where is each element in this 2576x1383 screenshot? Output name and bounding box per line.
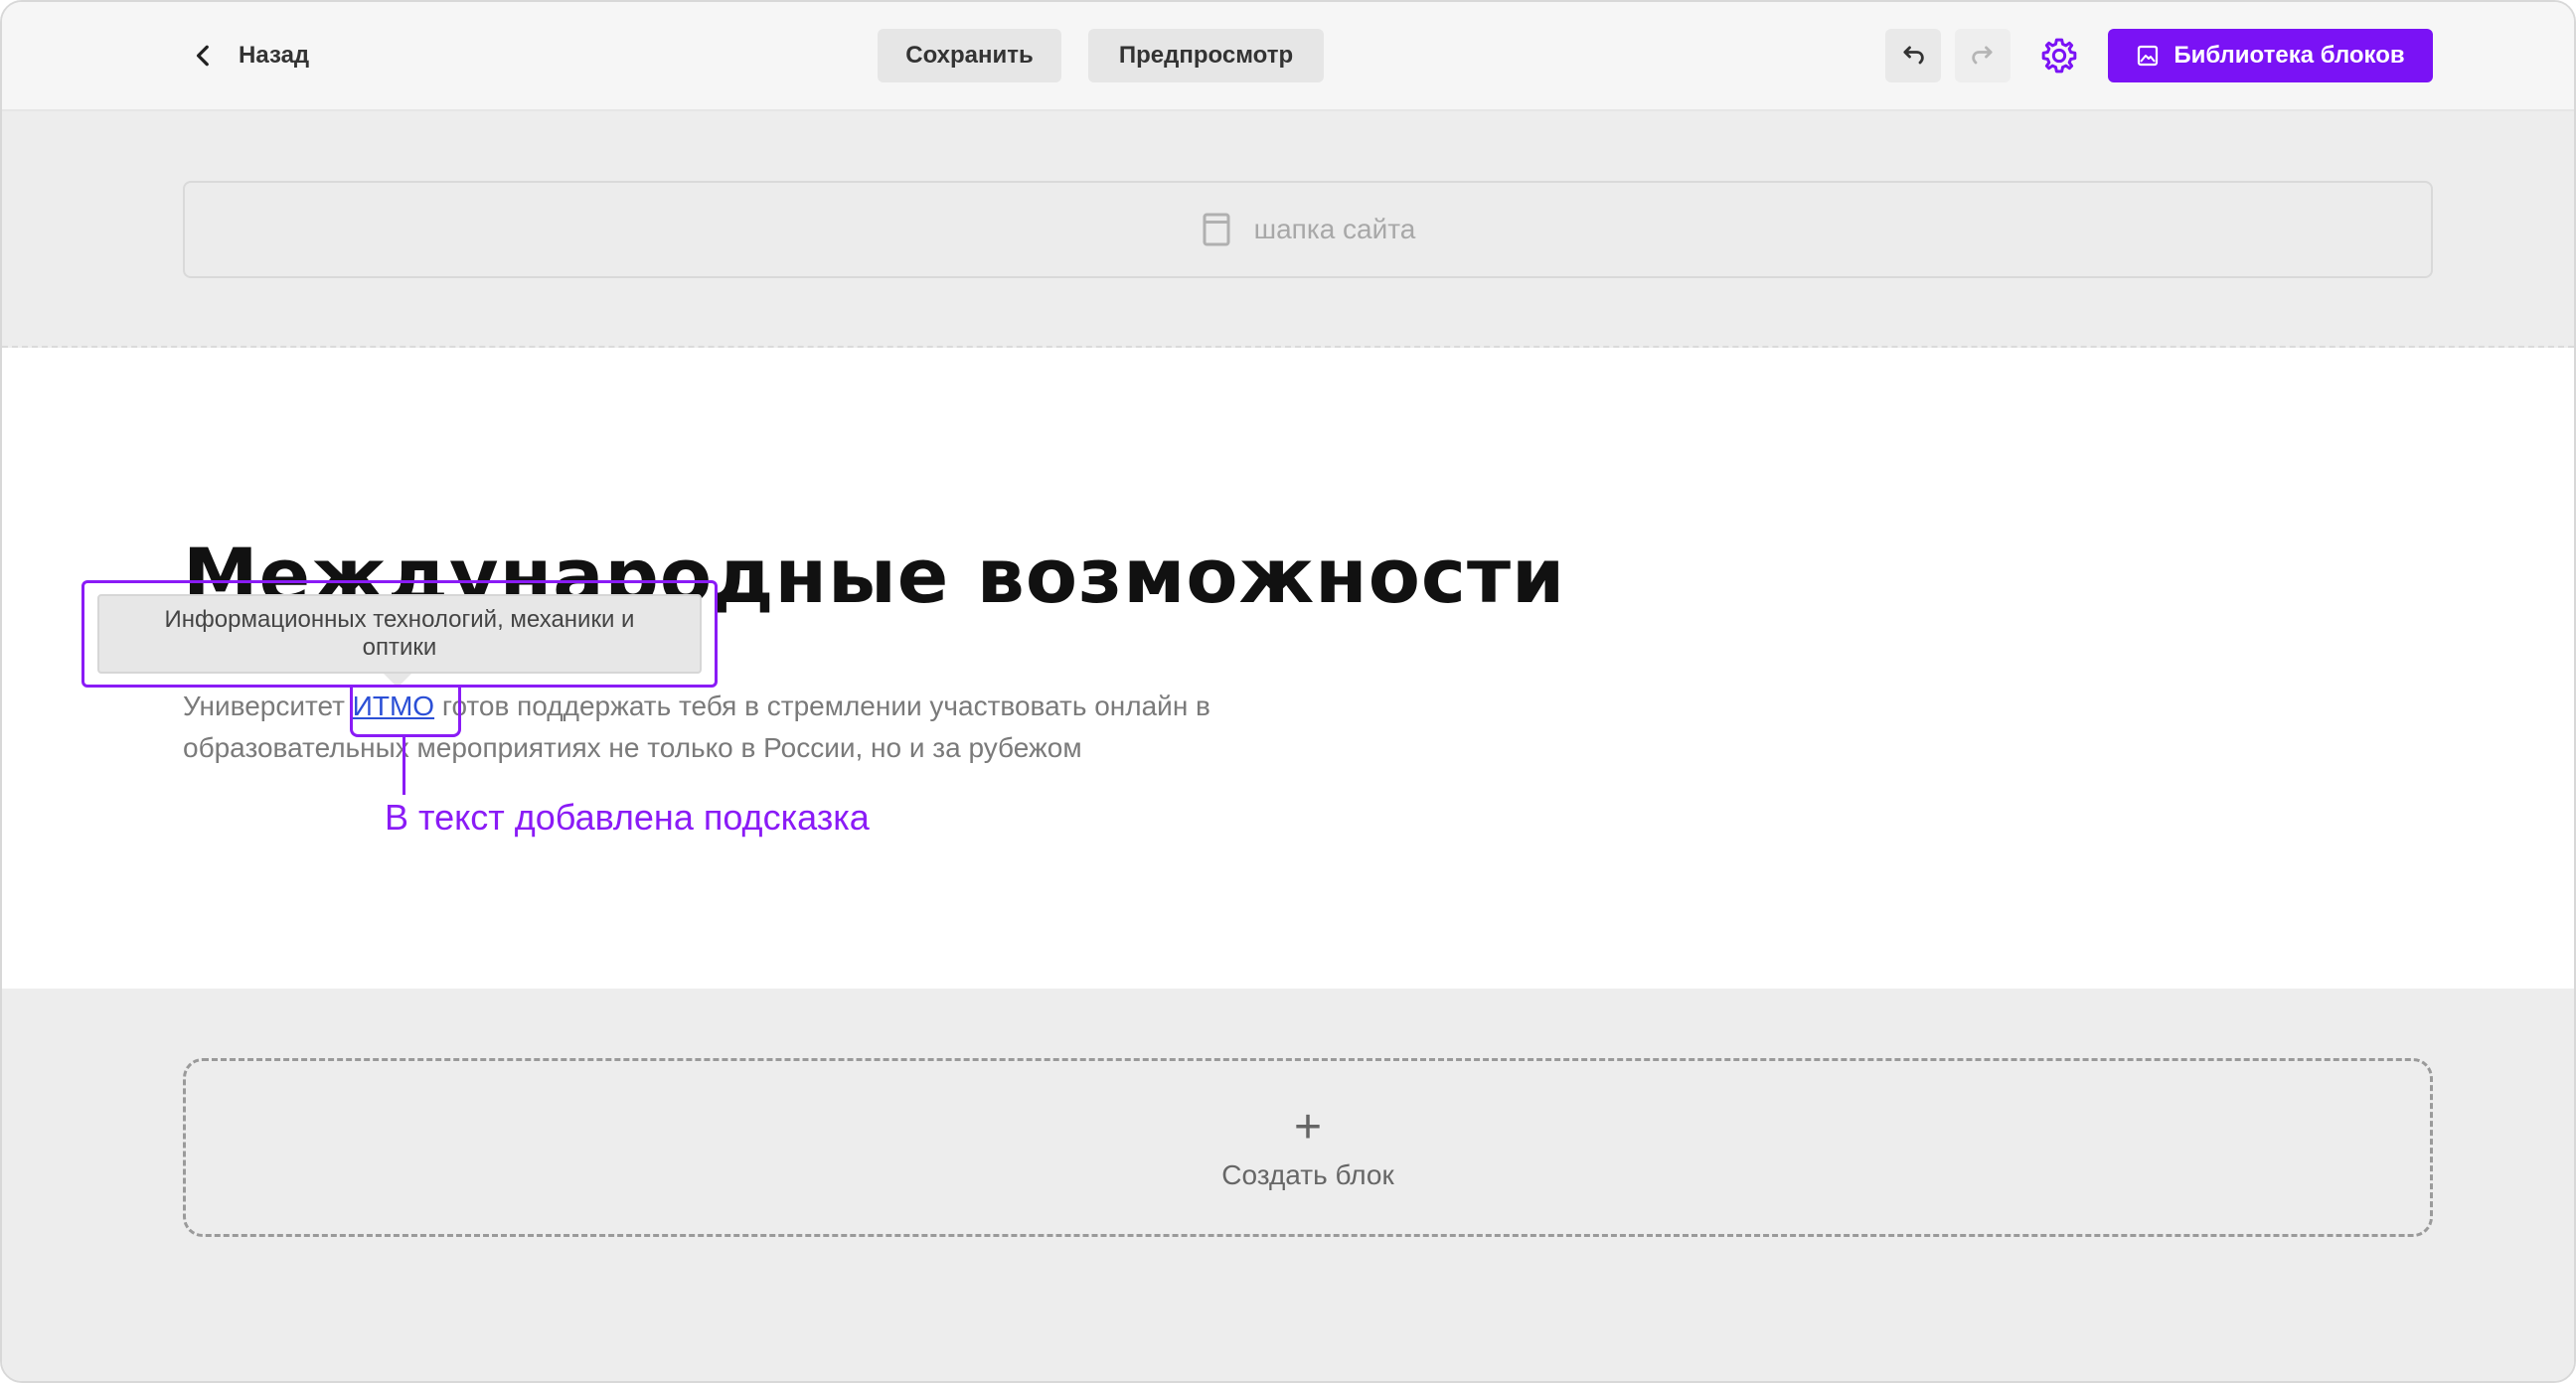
editor-window: Назад Сохранить Предпросмотр Библиотека … [0, 0, 2576, 1383]
annotation-highlight-word [350, 688, 461, 737]
create-block-zone: + Создать блок [2, 989, 2574, 1381]
annotation-highlight-tooltip [81, 580, 718, 688]
settings-gear-icon[interactable] [2039, 36, 2079, 76]
site-header-placeholder[interactable]: шапка сайта [183, 181, 2433, 278]
paragraph-text-start: Университет [183, 691, 353, 721]
create-block-button[interactable]: + Создать блок [183, 1058, 2433, 1237]
paragraph-text-end: готов поддержать тебя в стремлении участ… [434, 691, 1210, 721]
back-button[interactable]: Назад [191, 29, 309, 82]
annotation-connector-line [402, 737, 405, 795]
save-button[interactable]: Сохранить [878, 29, 1061, 82]
back-label: Назад [239, 42, 310, 69]
plus-icon: + [1293, 1101, 1323, 1153]
annotation-caption: В текст добавлена подсказка [385, 797, 870, 838]
site-header-label: шапка сайта [1253, 214, 1416, 244]
redo-icon [1972, 46, 1993, 65]
create-block-label: Создать блок [1221, 1159, 1394, 1190]
site-header-zone: шапка сайта [2, 111, 2574, 348]
image-icon [2138, 45, 2159, 67]
undo-button[interactable] [1885, 29, 1941, 82]
block-library-label: Библиотека блоков [2174, 42, 2405, 69]
preview-button[interactable]: Предпросмотр [1088, 29, 1324, 82]
block-library-button[interactable]: Библиотека блоков [2108, 29, 2433, 82]
undo-icon [1903, 46, 1924, 65]
redo-button[interactable] [1955, 29, 2011, 82]
chevron-left-icon [196, 45, 209, 67]
content-block: Международные возможности Университет ИТ… [2, 348, 2574, 989]
top-toolbar: Назад Сохранить Предпросмотр Библиотека … [2, 2, 2574, 111]
layout-icon [1203, 213, 1230, 246]
